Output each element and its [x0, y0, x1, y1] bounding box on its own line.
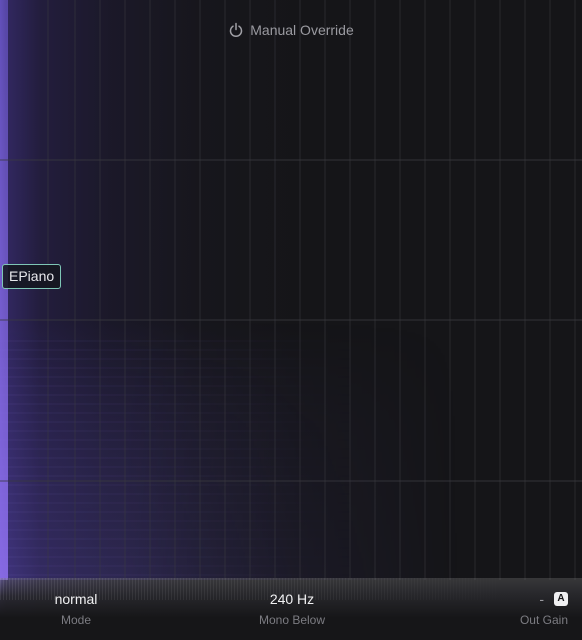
- mode-control[interactable]: normal Mode: [36, 590, 116, 628]
- spectrogram-harmonic-streaks: [0, 340, 582, 580]
- out-gain-control[interactable]: - A Out Gain: [504, 590, 576, 628]
- mono-below-value: 240 Hz: [269, 591, 315, 607]
- mode-label: Mode: [60, 613, 92, 627]
- mono-below-label: Mono Below: [258, 613, 326, 627]
- power-icon: [228, 22, 244, 38]
- mono-below-control[interactable]: 240 Hz Mono Below: [242, 590, 342, 628]
- plugin-window: Manual Override EPiano normal Mode 240 H…: [0, 0, 582, 640]
- out-gain-value: -: [539, 591, 544, 607]
- spectrogram-edge: [0, 0, 8, 580]
- out-gain-label: Out Gain: [519, 613, 568, 627]
- instrument-tag[interactable]: EPiano: [2, 264, 62, 289]
- manual-override-toggle[interactable]: Manual Override: [0, 22, 582, 38]
- manual-override-label: Manual Override: [250, 22, 354, 38]
- out-gain-row: - A: [504, 590, 576, 608]
- mode-value: normal: [54, 591, 98, 607]
- auto-gain-badge[interactable]: A: [554, 592, 568, 606]
